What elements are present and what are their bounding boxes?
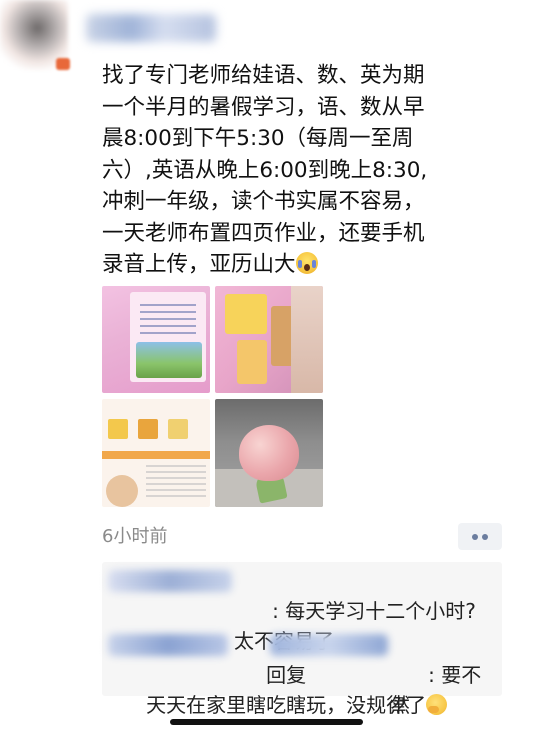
more-dot-icon (472, 534, 478, 540)
comment-section: : 每天学习十二个小时? 太不容易了 回复 : 要不然 天天在家里瞎吃瞎玩，没规… (102, 562, 502, 717)
comment-2-body: 天天在家里瞎吃瞎玩，没规律了 (108, 660, 448, 738)
post-time: 6小时前 (102, 526, 168, 547)
post-text: 找了专门老师给娃语、数、英为期 一个半月的暑假学习，语、数从早 晨8:00到下午… (102, 63, 428, 277)
more-options-button[interactable] (458, 523, 502, 550)
post-body: 找了专门老师给娃语、数、英为期 一个半月的暑假学习，语、数从早 晨8:00到下午… (102, 60, 522, 281)
thinking-face-icon (426, 694, 448, 715)
post-image-peach-toy[interactable] (215, 399, 323, 507)
post-image-vocabulary-page[interactable] (102, 399, 210, 507)
scream-face-icon (295, 252, 318, 274)
comment-author-redacted[interactable] (108, 570, 232, 592)
post-image-picture-cards[interactable] (215, 286, 323, 393)
home-indicator[interactable] (170, 719, 363, 725)
post-author-name-redacted[interactable] (86, 14, 216, 42)
reply-author-redacted[interactable] (108, 634, 228, 656)
comment-2-text: 天天在家里瞎吃瞎玩，没规律了 (146, 693, 427, 717)
reply-target-redacted[interactable] (270, 634, 388, 656)
post-image-english-workbook[interactable] (102, 286, 210, 393)
moments-post-screen: 找了专门老师给娃语、数、英为期 一个半月的暑假学习，语、数从早 晨8:00到下午… (0, 0, 536, 738)
more-dot-icon (482, 534, 488, 540)
avatar-accent (56, 58, 70, 70)
